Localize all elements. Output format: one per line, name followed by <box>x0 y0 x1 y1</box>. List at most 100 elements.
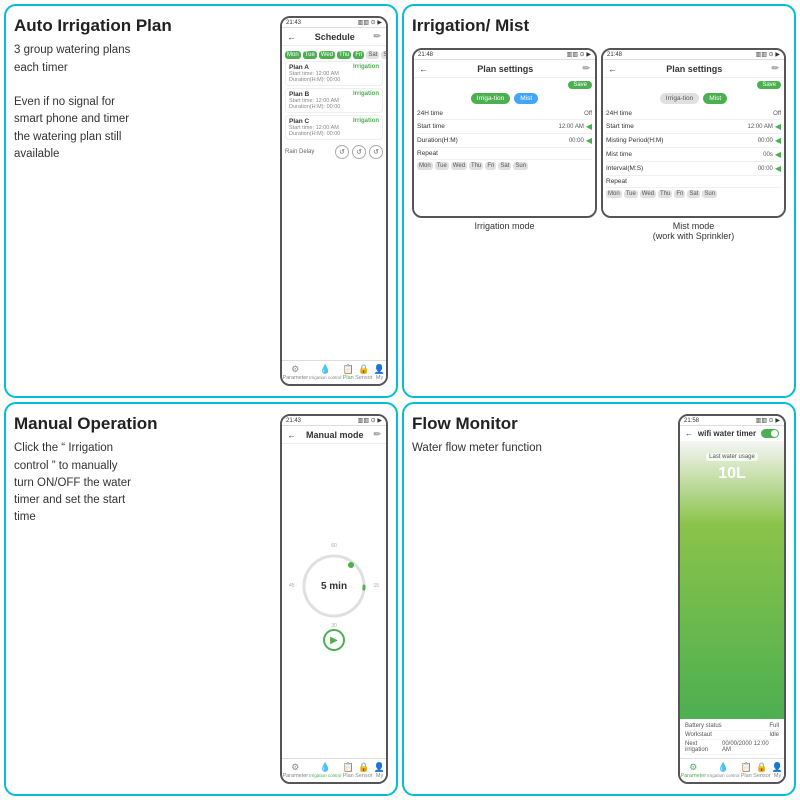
flow-toggle[interactable] <box>761 429 779 438</box>
flow-footer-sensor[interactable]: 🔒 Sensor <box>753 762 770 779</box>
day-sun: Sun <box>381 51 386 59</box>
auto-irrigation-text: Auto Irrigation Plan 3 group watering pl… <box>14 16 272 386</box>
plan-c-row[interactable]: Plan CIrrigation Start time: 12:00 AM Du… <box>285 115 383 140</box>
irrigation-mist-card: Irrigation/ Mist 21:48▥▥ ⊙ ▶ ← Plan sett… <box>402 4 796 398</box>
manual-phone-footer: ⚙ Parameter 💧 Irrigation control 📋 Plan … <box>282 758 386 782</box>
mist-start-time-row[interactable]: Start time 12:00 AM◀ <box>606 120 781 134</box>
schedule-phone-footer: ⚙ Parameter 💧 Irrigation control 📋 Plan … <box>282 360 386 384</box>
flow-sensor-icon: 🔒 <box>756 762 768 772</box>
duration-row[interactable]: Duration(H:M) 00:00◀ <box>417 134 592 148</box>
plan-a-row[interactable]: Plan AIrrigation Start time: 12:00 AM Du… <box>285 61 383 86</box>
flow-green-area: Last water usage 10L <box>680 441 784 719</box>
manual-title: Manual Operation <box>14 414 272 434</box>
mist-24h-row: 24H timeOff <box>606 108 781 120</box>
mist-mode-btn[interactable]: Mist <box>514 93 538 104</box>
day-thu: Thu <box>337 51 351 59</box>
save-button-mist[interactable]: Save <box>757 81 781 89</box>
footer-parameter[interactable]: ⚙ Parameter <box>282 364 308 381</box>
manual-status-bar: 21:43 ▥▥ ⊙ ▶ <box>282 416 386 426</box>
irrigation-phone-col: 21:48▥▥ ⊙ ▶ ← Plan settings ✏ Save Irrig… <box>412 48 597 386</box>
two-phone-container: 21:48▥▥ ⊙ ▶ ← Plan settings ✏ Save Irrig… <box>412 48 786 386</box>
interval-row[interactable]: Interval(M:S) 00:00◀ <box>606 162 781 176</box>
auto-irrigation-title: Auto Irrigation Plan <box>14 16 272 36</box>
irr-repeat-days: Mon Tue Wed Thu Fri Sat Sun <box>417 162 592 170</box>
irrigation-mode-label: Irrigation mode <box>412 221 597 386</box>
main-grid: Auto Irrigation Plan 3 group watering pl… <box>0 0 800 800</box>
manual-phone-content: 5 min 60 15 30 45 · ▶ <box>282 444 386 758</box>
flow-footer-my[interactable]: 👤 My <box>772 762 784 779</box>
irrigation-mist-title: Irrigation/ Mist <box>412 16 786 36</box>
mist-mode-label: Mist mode(work with Sprinkler) <box>601 221 786 386</box>
manual-footer-parameter[interactable]: ⚙ Parameter <box>282 762 308 779</box>
day-sat: Sat <box>366 51 379 59</box>
schedule-days: Mon Tue Wed Thu Fri Sat Sun <box>285 51 383 59</box>
manual-footer-plan[interactable]: 📋 Plan <box>342 762 354 779</box>
irr-status-bar: 21:48▥▥ ⊙ ▶ <box>414 50 595 60</box>
dial-wrapper: 5 min 60 15 30 45 · <box>299 551 369 621</box>
flow-body: Water flow meter function <box>412 440 670 457</box>
flow-status-bar: 21:58 ▥▥ ⊙ ▶ <box>680 416 784 426</box>
flow-plan-icon: 📋 <box>740 762 752 772</box>
repeat-row: Repeat <box>417 148 592 160</box>
irr-phone-header: ← Plan settings ✏ <box>414 60 595 78</box>
flow-value: 10L <box>718 465 746 483</box>
flow-footer-irr-ctrl[interactable]: 💧 Irrigation control <box>707 762 739 779</box>
save-button-irrigation[interactable]: Save <box>568 81 592 89</box>
flow-content: Last water usage 10L Battery status Full… <box>680 441 784 758</box>
mist-irr-mode-btn[interactable]: Irriga-tion <box>660 93 699 104</box>
day-fri: Fri <box>353 51 364 59</box>
manual-footer-sensor[interactable]: 🔒 Sensor <box>355 762 372 779</box>
day-wed: Wed <box>319 51 335 59</box>
24h-time-row: 24H timeOff <box>417 108 592 120</box>
mode-buttons-mist: Irriga-tion Mist <box>606 93 781 104</box>
phone-header-schedule: ← Schedule ✏ <box>282 28 386 46</box>
play-button[interactable]: ▶ <box>323 629 345 651</box>
footer-plan[interactable]: 📋 Plan <box>342 364 354 381</box>
manual-footer-irr-ctrl[interactable]: 💧 Irrigation control <box>309 762 341 779</box>
phone-status-bar: 21:43 ▥▥ ⊙ ▶ <box>282 18 386 28</box>
dial-value: 5 min <box>321 581 347 592</box>
irrigation-ctrl-icon: 💧 <box>319 364 331 374</box>
mist-status-bar: 21:48▥▥ ⊙ ▶ <box>603 50 784 60</box>
flow-phone-header: ← wifi water timer <box>680 426 784 441</box>
footer-sensor[interactable]: 🔒 Sensor <box>355 364 372 381</box>
schedule-content: Mon Tue Wed Thu Fri Sat Sun Plan AIrriga… <box>282 46 386 360</box>
irrigation-phone: 21:48▥▥ ⊙ ▶ ← Plan settings ✏ Save Irrig… <box>412 48 597 217</box>
manual-sensor-icon: 🔒 <box>358 762 370 772</box>
misting-period-row[interactable]: Misting Period(H:M) 00:00◀ <box>606 134 781 148</box>
flow-text: Flow Monitor Water flow meter function <box>412 414 670 784</box>
footer-irrigation-ctrl[interactable]: 💧 Irrigation control <box>309 364 341 381</box>
manual-text: Manual Operation Click the “ Irrigation … <box>14 414 272 784</box>
footer-my[interactable]: 👤 My <box>374 364 386 381</box>
manual-body: Click the “ Irrigation control ” to manu… <box>14 440 272 526</box>
mist-repeat-row: Repeat <box>606 176 781 188</box>
mist-mist-mode-btn[interactable]: Mist <box>703 93 727 104</box>
manual-footer-my[interactable]: 👤 My <box>374 762 386 779</box>
irrigation-mode-btn[interactable]: Irriga-tion <box>471 93 510 104</box>
flow-last-label: Last water usage <box>706 453 758 461</box>
manual-irr-ctrl-icon: 💧 <box>319 762 331 772</box>
start-time-row[interactable]: Start time 12:00 AM◀ <box>417 120 592 134</box>
dial-bottom-label: 30 <box>331 623 337 629</box>
flow-my-icon: 👤 <box>772 762 784 772</box>
dial-right-label: 15 <box>373 583 379 589</box>
schedule-phone: 21:43 ▥▥ ⊙ ▶ ← Schedule ✏ Mon Tue Wed Th… <box>280 16 388 386</box>
flow-info: Battery status Full Workstaut Idle Next … <box>680 719 784 758</box>
mist-repeat-days: Mon Tue Wed Thu Fri Sat Sun <box>606 190 781 198</box>
mist-phone-header: ← Plan settings ✏ <box>603 60 784 78</box>
manual-phone-header: ← Manual mode ✏ <box>282 426 386 444</box>
plan-b-row[interactable]: Plan BIrrigation Start time: 12:00 AM Du… <box>285 88 383 113</box>
flow-footer-plan[interactable]: 📋 Plan <box>740 762 752 779</box>
flow-footer-parameter[interactable]: ⚙ Parameter <box>680 762 706 779</box>
auto-irrigation-card: Auto Irrigation Plan 3 group watering pl… <box>4 4 398 398</box>
day-tue: Tue <box>303 51 317 59</box>
mist-phone: 21:48▥▥ ⊙ ▶ ← Plan settings ✏ Save Irrig… <box>601 48 786 217</box>
flow-title: Flow Monitor <box>412 414 670 434</box>
mist-time-row[interactable]: Mist time 00s◀ <box>606 148 781 162</box>
flow-irr-ctrl-icon: 💧 <box>717 762 729 772</box>
flow-monitor-card: Flow Monitor Water flow meter function 2… <box>402 402 796 796</box>
irr-phone-content: Save Irriga-tion Mist 24H timeOff Start … <box>414 78 595 215</box>
manual-phone: 21:43 ▥▥ ⊙ ▶ ← Manual mode ✏ <box>280 414 388 784</box>
workstaut-row: Workstaut Idle <box>685 731 779 740</box>
mist-phone-col: 21:48▥▥ ⊙ ▶ ← Plan settings ✏ Save Irrig… <box>601 48 786 386</box>
